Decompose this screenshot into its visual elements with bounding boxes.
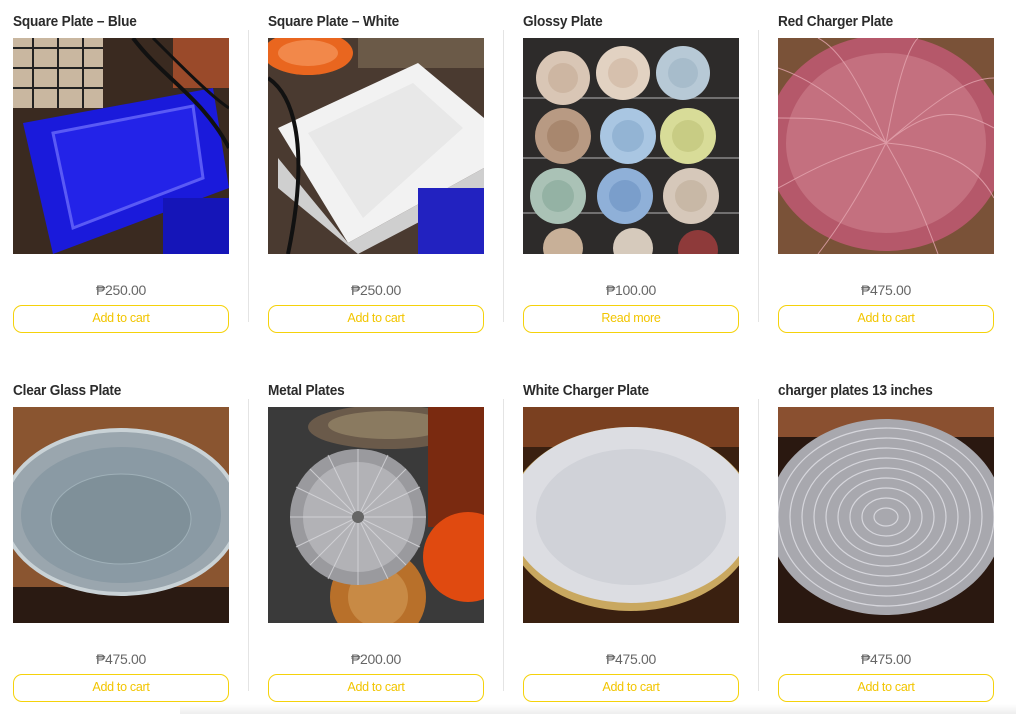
product-image-clear-glass-plate[interactable]: [13, 407, 229, 623]
product-price: ₱475.00: [605, 651, 657, 667]
product-title[interactable]: Clear Glass Plate: [13, 383, 239, 399]
add-to-cart-button[interactable]: Add to cart: [778, 305, 994, 333]
product-price: ₱250.00: [350, 282, 402, 298]
product-image-white-square-plate[interactable]: [268, 38, 484, 254]
product-image-red-charger-plate[interactable]: [778, 38, 994, 254]
product-title[interactable]: charger plates 13 inches: [778, 383, 1004, 399]
column-divider: [503, 30, 504, 322]
product-price: ₱475.00: [860, 282, 912, 298]
product-title[interactable]: Red Charger Plate: [778, 14, 1004, 30]
add-to-cart-button[interactable]: Add to cart: [268, 674, 484, 702]
product-price: ₱475.00: [95, 651, 147, 667]
product-price: ₱475.00: [860, 651, 912, 667]
product-title[interactable]: Glossy Plate: [523, 14, 749, 30]
blue-square-plate-photo: [13, 38, 229, 254]
product-image-blue-square-plate[interactable]: [13, 38, 229, 254]
bottom-shadow: [180, 704, 1016, 714]
column-divider: [758, 30, 759, 322]
column-divider: [248, 30, 249, 322]
add-to-cart-button[interactable]: Add to cart: [778, 674, 994, 702]
glossy-plates-photo: [523, 38, 739, 254]
product-image-glossy-plates-rack[interactable]: [523, 38, 739, 254]
add-to-cart-button[interactable]: Add to cart: [13, 305, 229, 333]
clear-glass-plate-photo: [13, 407, 229, 623]
product-price: ₱200.00: [350, 651, 402, 667]
product-image-metal-plates[interactable]: [268, 407, 484, 623]
column-divider: [758, 399, 759, 691]
column-divider: [503, 399, 504, 691]
white-charger-plate-photo: [523, 407, 739, 623]
add-to-cart-button[interactable]: Add to cart: [13, 674, 229, 702]
product-title[interactable]: White Charger Plate: [523, 383, 749, 399]
product-price: ₱250.00: [95, 282, 147, 298]
add-to-cart-button[interactable]: Add to cart: [523, 674, 739, 702]
product-price: ₱100.00: [605, 282, 657, 298]
read-more-button[interactable]: Read more: [523, 305, 739, 333]
product-image-silver-charger-plate[interactable]: [778, 407, 994, 623]
product-grid: Square Plate – Blue ₱250.00 Add to cart …: [0, 0, 1016, 714]
product-title[interactable]: Square Plate – White: [268, 14, 494, 30]
white-square-plate-photo: [268, 38, 484, 254]
column-divider: [248, 399, 249, 691]
silver-charger-plate-photo: [778, 407, 994, 623]
red-charger-plate-photo: [778, 38, 994, 254]
product-title[interactable]: Square Plate – Blue: [13, 14, 239, 30]
product-title[interactable]: Metal Plates: [268, 383, 494, 399]
metal-plates-photo: [268, 407, 484, 623]
product-image-white-charger-plate[interactable]: [523, 407, 739, 623]
add-to-cart-button[interactable]: Add to cart: [268, 305, 484, 333]
